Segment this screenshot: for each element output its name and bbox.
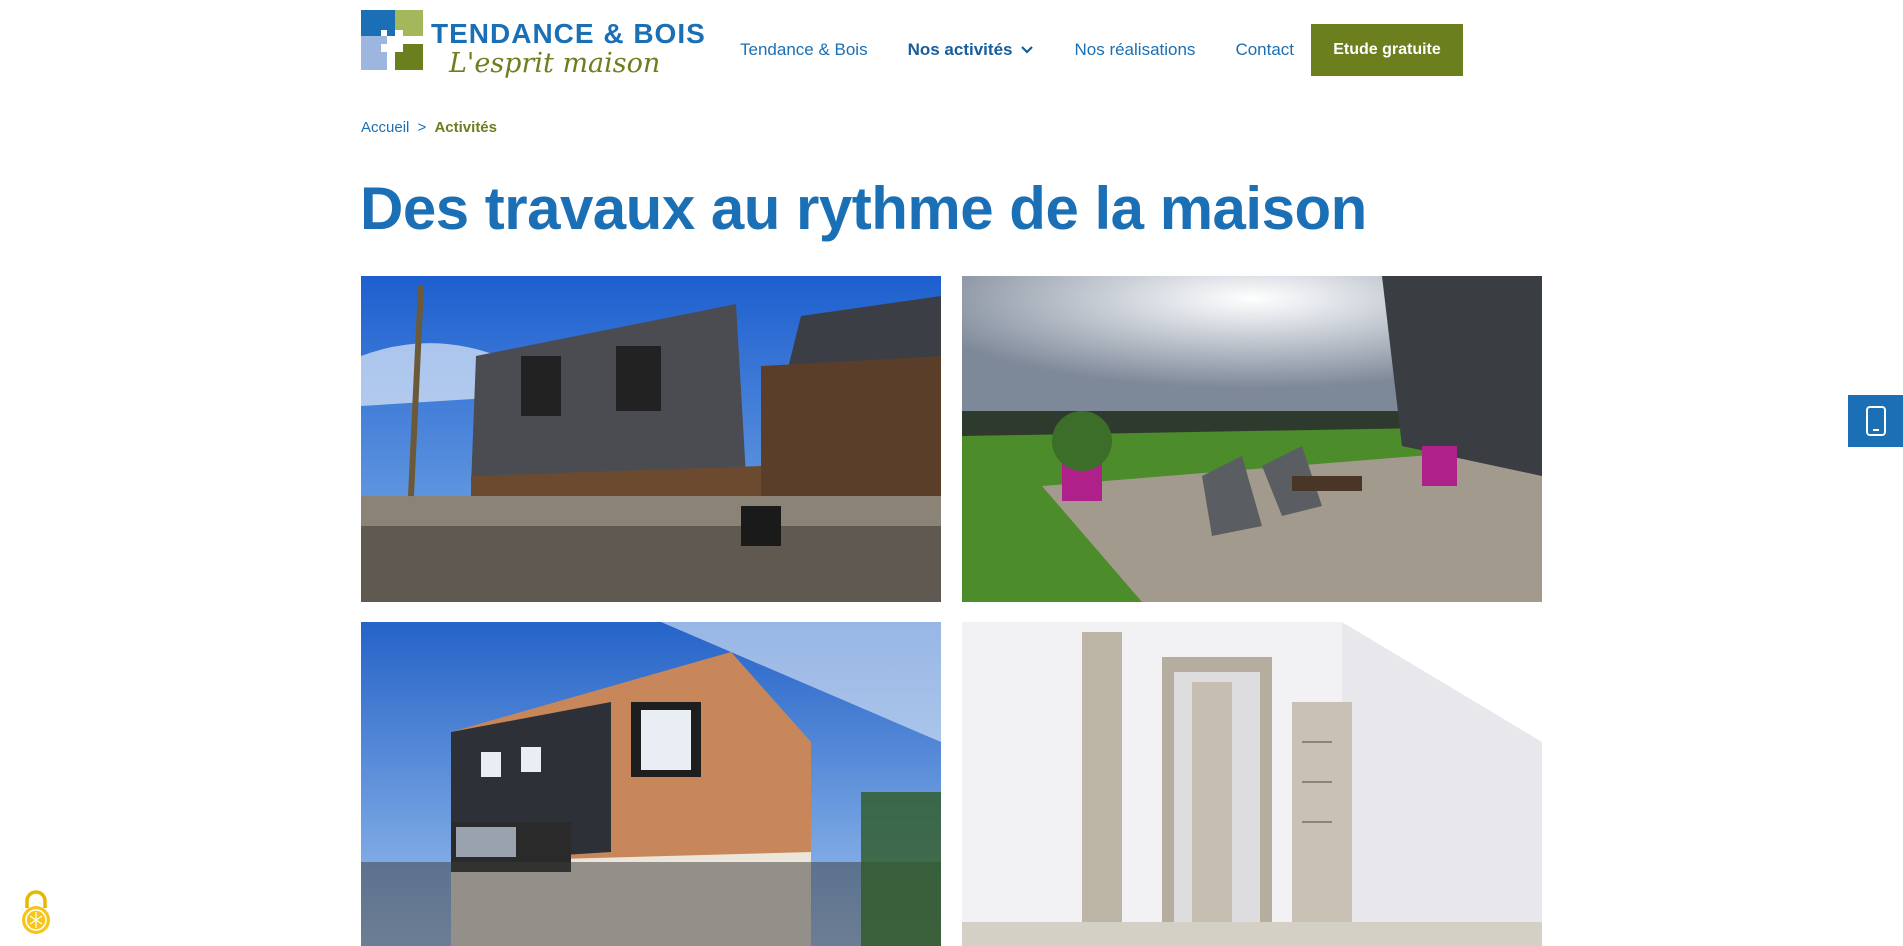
renovation-photo-image: [361, 622, 941, 946]
free-study-button[interactable]: Etude gratuite: [1311, 24, 1463, 76]
breadcrumb-separator: >: [417, 119, 427, 136]
activity-image-interior[interactable]: [962, 622, 1542, 946]
breadcrumb-current: Activités: [434, 119, 497, 136]
nav-item-label: Nos activités: [907, 40, 1013, 59]
activity-image-extension[interactable]: [361, 276, 941, 602]
phone-icon: [1865, 406, 1886, 436]
cookie-settings-button[interactable]: [18, 888, 54, 936]
nav-item-contact[interactable]: Contact: [1235, 40, 1294, 60]
terrace-photo-image: [962, 276, 1542, 602]
nav-item-label: Tendance & Bois: [740, 40, 868, 59]
site-header: TENDANCE & BOIS L'esprit maison Tendance…: [0, 0, 1903, 100]
site-logo[interactable]: TENDANCE & BOIS L'esprit maison: [361, 10, 705, 85]
side-contact-button[interactable]: [1848, 395, 1903, 447]
house-photo-image: [361, 276, 941, 602]
logo-tagline: L'esprit maison: [449, 48, 661, 79]
interior-photo-image: [962, 622, 1542, 946]
breadcrumb-home-link[interactable]: Accueil: [361, 119, 409, 136]
nav-item-label: Nos réalisations: [1074, 40, 1196, 59]
chevron-down-icon: [1021, 46, 1034, 54]
main-nav: Tendance & Bois Nos activités Nos réalis…: [740, 24, 1334, 76]
nav-item-activites[interactable]: Nos activités: [908, 40, 1035, 60]
nav-item-label: Contact: [1235, 40, 1295, 59]
nav-item-tendance-bois[interactable]: Tendance & Bois: [740, 40, 868, 60]
activity-image-terrace[interactable]: [962, 276, 1542, 602]
logo-mark-icon: [361, 10, 423, 70]
logo-name: TENDANCE & BOIS: [431, 18, 706, 49]
breadcrumb: Accueil > Activités: [361, 119, 497, 136]
lock-icon: [22, 890, 50, 934]
nav-item-realisations[interactable]: Nos réalisations: [1074, 40, 1195, 60]
activity-image-renovation[interactable]: [361, 622, 941, 946]
page-title: Des travaux au rythme de la maison: [360, 175, 1367, 242]
